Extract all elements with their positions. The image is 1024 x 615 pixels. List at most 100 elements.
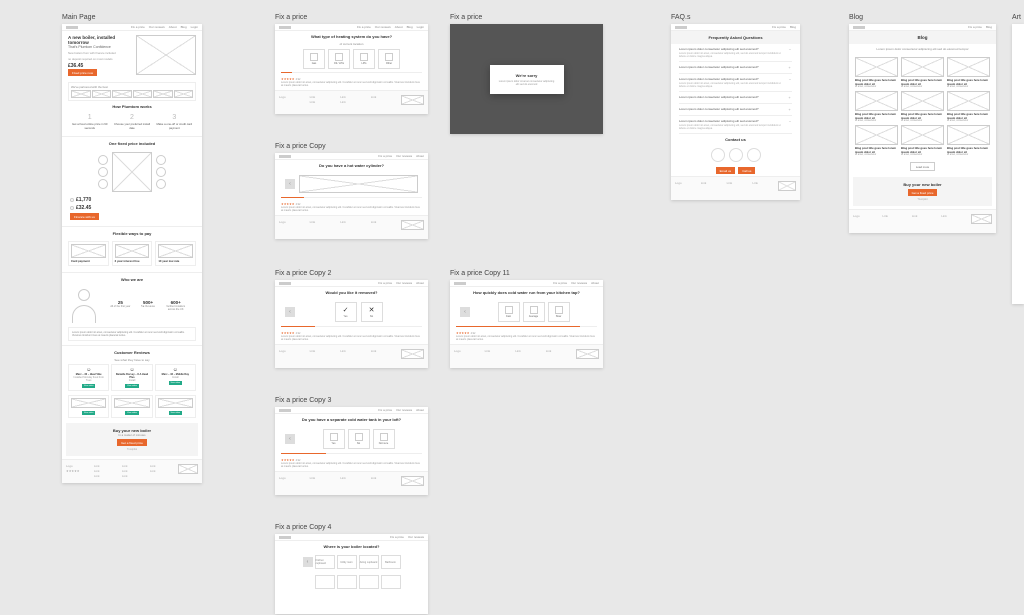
price-option[interactable]: £32.45 bbox=[70, 205, 194, 211]
question: Where is your boiler located? bbox=[275, 544, 428, 549]
option-card[interactable]: Oil / LPG bbox=[328, 49, 350, 69]
page-title-banner: Frequently Asked Questions bbox=[671, 31, 800, 44]
expand-icon[interactable]: + bbox=[787, 65, 792, 70]
option-card[interactable]: Gas bbox=[303, 49, 325, 69]
option-card[interactable]: No bbox=[348, 429, 370, 449]
option-card[interactable]: Fast bbox=[498, 302, 520, 322]
feature-icon bbox=[156, 167, 166, 177]
pay-card[interactable]: 2 year interest free bbox=[112, 241, 153, 266]
artboard-fix1[interactable]: Fix a priceOur reviewsAboutBlogLogin Wha… bbox=[275, 24, 428, 114]
option-card[interactable]: Airing cupboard bbox=[359, 555, 379, 569]
faq-item[interactable]: Lorem ipsum dolor consectetur adipiscing… bbox=[679, 104, 792, 116]
cta-button[interactable]: Get a fixed price bbox=[908, 189, 938, 196]
nav-link[interactable]: About bbox=[169, 25, 177, 29]
artboard-fix-copy3[interactable]: Fix a priceOur reviewsAbout Do you have … bbox=[275, 407, 428, 495]
option-card[interactable]: Kitchen cupboard bbox=[315, 555, 335, 569]
finance-button[interactable]: Finance with us bbox=[70, 213, 99, 220]
option-card[interactable]: Utility room bbox=[337, 555, 357, 569]
option-card[interactable]: Not sure bbox=[373, 429, 395, 449]
blog-card[interactable]: Blog post title goes here lorem ipsum do… bbox=[901, 57, 944, 88]
review-card[interactable]: ☺Marc – 32 – Middle DayInstallView video bbox=[155, 364, 196, 391]
blog-card[interactable]: Blog post title goes here lorem ipsum do… bbox=[855, 57, 898, 88]
option-card[interactable]: Slow bbox=[548, 302, 570, 322]
contact-option[interactable] bbox=[729, 148, 743, 162]
back-button[interactable]: ‹ bbox=[285, 179, 295, 189]
price-option[interactable]: £1,770 bbox=[70, 197, 194, 203]
expand-icon[interactable]: + bbox=[787, 107, 792, 112]
faq-item[interactable]: Lorem ipsum dolor consectetur adipiscing… bbox=[679, 116, 792, 134]
hero-cta-button[interactable]: Fixed price now bbox=[68, 69, 97, 76]
contact-option[interactable] bbox=[711, 148, 725, 162]
artboard-article[interactable] bbox=[1012, 24, 1024, 304]
collapse-icon[interactable]: − bbox=[788, 119, 792, 124]
back-button[interactable]: ‹ bbox=[285, 307, 295, 317]
review-card[interactable]: View video bbox=[111, 395, 152, 418]
logo[interactable] bbox=[675, 26, 687, 29]
cylinder-image[interactable] bbox=[299, 175, 418, 193]
back-button[interactable]: ‹ bbox=[285, 434, 295, 444]
logo[interactable] bbox=[853, 26, 865, 29]
option-card[interactable] bbox=[337, 575, 357, 589]
option-yes[interactable]: ✓Yes bbox=[335, 302, 357, 322]
logo[interactable] bbox=[454, 282, 466, 285]
collapse-icon[interactable]: − bbox=[788, 47, 792, 52]
faq-item[interactable]: Lorem ipsum dolor consectetur adipiscing… bbox=[679, 62, 792, 74]
blog-card[interactable]: Blog post title goes here lorem ipsum do… bbox=[855, 91, 898, 122]
expand-icon[interactable]: + bbox=[787, 95, 792, 100]
faq-item[interactable]: Lorem ipsum dolor consectetur adipiscing… bbox=[679, 74, 792, 92]
option-card[interactable] bbox=[315, 575, 335, 589]
logo[interactable] bbox=[279, 282, 291, 285]
pay-card[interactable]: 10 year low rate bbox=[155, 241, 196, 266]
artboard-modal[interactable]: We're sorry Lorem ipsum dolor sit amet c… bbox=[450, 24, 603, 134]
artboard-faq[interactable]: Fix a priceBlog Frequently Asked Questio… bbox=[671, 24, 800, 200]
call-button[interactable]: Call us bbox=[738, 167, 755, 174]
blog-card[interactable]: Blog post title goes here lorem ipsum do… bbox=[855, 125, 898, 156]
option-card[interactable] bbox=[381, 575, 401, 589]
review-card[interactable]: ☺Danielle Dorsey – 8-A Head PlusInstallV… bbox=[111, 364, 152, 391]
logo[interactable] bbox=[66, 26, 78, 29]
pay-card[interactable]: Card payment bbox=[68, 241, 109, 266]
nav-link[interactable]: Login bbox=[191, 25, 198, 29]
contact-option[interactable] bbox=[747, 148, 761, 162]
logo[interactable] bbox=[279, 536, 291, 539]
nav-link[interactable]: Blog bbox=[181, 25, 187, 29]
back-button[interactable]: ‹ bbox=[460, 307, 470, 317]
artboard-main[interactable]: Fix a price Our reviews About Blog Login… bbox=[62, 24, 202, 483]
logo[interactable] bbox=[279, 409, 291, 412]
logo[interactable] bbox=[279, 26, 291, 29]
option-card[interactable]: Yes bbox=[323, 429, 345, 449]
option-card[interactable]: Other bbox=[378, 49, 400, 69]
blog-card[interactable]: Blog post title goes here lorem ipsum do… bbox=[947, 57, 990, 88]
blog-card[interactable]: Blog post title goes here lorem ipsum do… bbox=[947, 125, 990, 156]
nav-link[interactable]: Our reviews bbox=[149, 25, 165, 29]
cta-button[interactable]: Get a fixed price bbox=[117, 439, 147, 446]
option-no[interactable]: ✕No bbox=[361, 302, 383, 322]
review-card[interactable]: View video bbox=[155, 395, 196, 418]
blog-card[interactable]: Blog post title goes here lorem ipsum do… bbox=[901, 91, 944, 122]
artboard-fix-copy[interactable]: Fix a priceOur reviewsAbout Do you have … bbox=[275, 153, 428, 239]
review-card[interactable]: View video bbox=[68, 395, 109, 418]
option-card[interactable]: Average bbox=[523, 302, 545, 322]
option-card[interactable] bbox=[359, 575, 379, 589]
blog-card[interactable]: Blog post title goes here lorem ipsum do… bbox=[901, 125, 944, 156]
nav-link[interactable]: Fix a price bbox=[131, 25, 145, 29]
step-text: Get a fixed online price in 90 seconds bbox=[70, 122, 109, 130]
artboard-fix-copy11[interactable]: Fix a priceOur reviewsAbout How quickly … bbox=[450, 280, 603, 368]
artboard-fix-copy2[interactable]: Fix a priceOur reviewsAbout Would you li… bbox=[275, 280, 428, 368]
option-card[interactable]: Bathroom bbox=[381, 555, 401, 569]
faq-item[interactable]: Lorem ipsum dolor consectetur adipiscing… bbox=[679, 44, 792, 62]
collapse-icon[interactable]: − bbox=[788, 77, 792, 82]
artboard-blog[interactable]: Fix a priceBlog Blog Lorem ipsum dolor c… bbox=[849, 24, 996, 233]
blog-card[interactable]: Blog post title goes here lorem ipsum do… bbox=[947, 91, 990, 122]
back-button[interactable]: ‹ bbox=[303, 557, 313, 567]
artboard-label: Blog bbox=[849, 14, 863, 21]
email-button[interactable]: Email us bbox=[716, 167, 736, 174]
artboard-fix-copy4[interactable]: Fix a priceOur reviews Where is your boi… bbox=[275, 534, 428, 614]
option-card[interactable]: LPG bbox=[353, 49, 375, 69]
review-card[interactable]: ☺Marc – 32 – Ideal VibeInstalled Monday … bbox=[68, 364, 109, 391]
hero-sub: That's Plumtom Confidence bbox=[68, 45, 132, 49]
modal-dialog: We're sorry Lorem ipsum dolor sit amet c… bbox=[490, 65, 564, 94]
faq-item[interactable]: Lorem ipsum dolor consectetur adipiscing… bbox=[679, 92, 792, 104]
logo[interactable] bbox=[279, 155, 291, 158]
load-more-button[interactable]: Load more bbox=[910, 162, 935, 171]
